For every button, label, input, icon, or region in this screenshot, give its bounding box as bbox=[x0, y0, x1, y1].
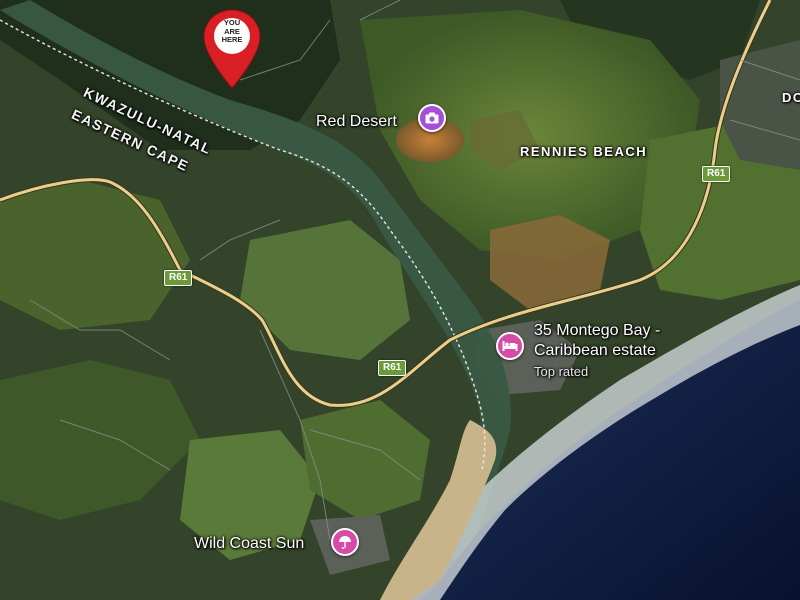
road-shield-r61: R61 bbox=[702, 166, 731, 182]
you-are-here-label: YOU ARE HERE bbox=[221, 18, 243, 44]
you-are-here-pin[interactable]: YOU ARE HERE bbox=[202, 8, 262, 90]
poi-label: Wild Coast Sun bbox=[194, 535, 305, 552]
poi-label-line2: Caribbean estate bbox=[534, 342, 656, 359]
camera-icon[interactable] bbox=[418, 104, 446, 132]
road-shield-r61: R61 bbox=[164, 270, 193, 286]
bed-icon[interactable] bbox=[496, 332, 524, 360]
poi-label: 35 Montego Bay - bbox=[534, 322, 661, 339]
road-shield-r61: R61 bbox=[378, 360, 407, 376]
umbrella-icon[interactable] bbox=[331, 528, 359, 556]
area-label-edge: DO bbox=[782, 90, 800, 105]
poi-subtitle: Top rated bbox=[534, 364, 589, 379]
area-label-rennies-beach: RENNIES BEACH bbox=[520, 144, 648, 159]
map-view[interactable]: KWAZULU-NATAL EASTERN CAPE RENNIES BEACH… bbox=[0, 0, 800, 600]
satellite-imagery bbox=[0, 0, 800, 600]
poi-label: Red Desert bbox=[316, 113, 397, 130]
